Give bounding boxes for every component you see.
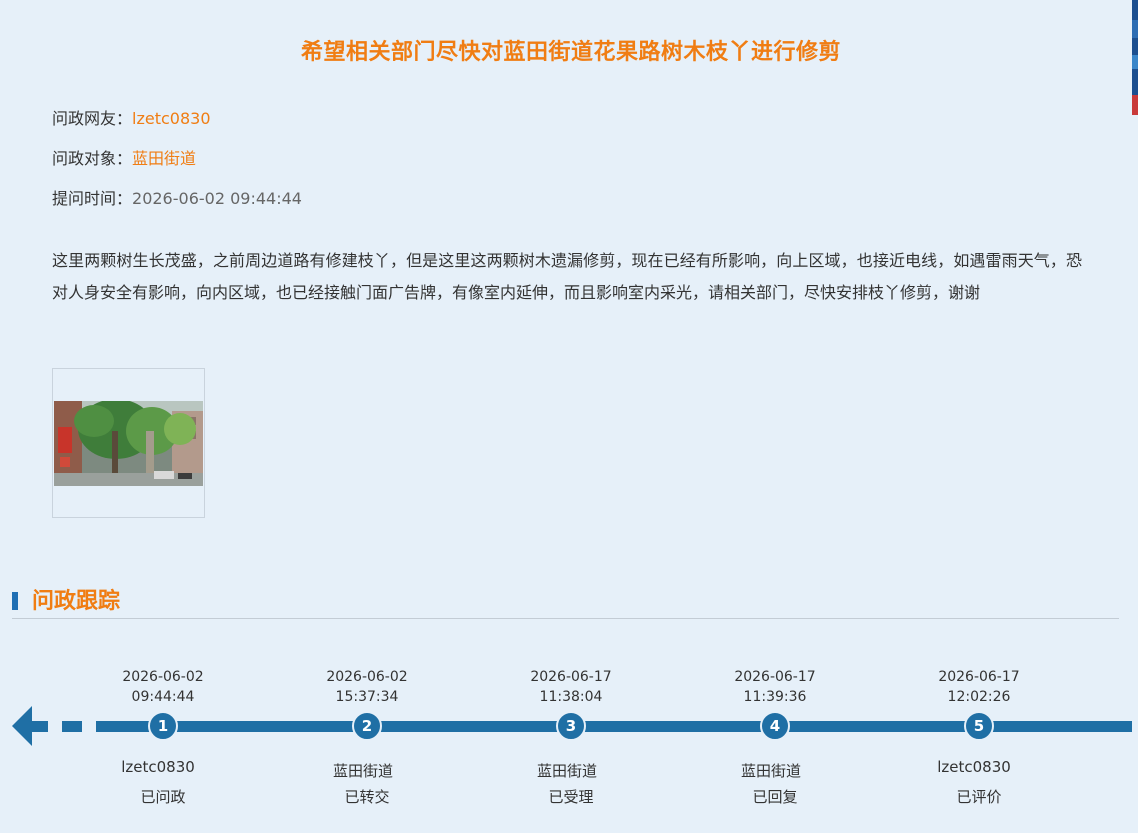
step-1-timestamp: 2026-06-02 09:44:44: [93, 667, 233, 707]
step-5-time: 12:02:26: [947, 689, 1011, 705]
step-4-date: 2026-06-17: [734, 669, 816, 685]
step-2-status: 已转交: [344, 788, 390, 806]
step-3-time: 11:38:04: [539, 689, 603, 705]
target-label: 问政对象：: [52, 149, 133, 168]
step-4-timestamp: 2026-06-17 11:39:36: [705, 667, 845, 707]
step-2-timestamp: 2026-06-02 15:37:34: [297, 667, 437, 707]
step-1-status: 已问政: [140, 788, 186, 806]
page-title: 希望相关部门尽快对蓝田街道花果路树木枝丫进行修剪: [300, 40, 841, 65]
side-banner-edge: [1132, 0, 1138, 115]
asker-link[interactable]: lzetc0830: [132, 109, 210, 128]
asker-row: 问政网友：lzetc0830: [52, 105, 211, 129]
step-1-time: 09:44:44: [131, 689, 195, 705]
page: 希望相关部门尽快对蓝田街道花果路树木枝丫进行修剪 问政网友：lzetc0830 …: [0, 0, 1132, 833]
time-row: 提问时间：2026-06-02 09:44:44: [52, 185, 302, 209]
step-4-marker: 4: [760, 711, 790, 741]
question-content: 这里两颗树生长茂盛，之前周边道路有修建枝丫，但是这里这两颗树木遗漏修剪，现在已经…: [52, 251, 1082, 302]
timeline-arrow-left-icon: [12, 705, 118, 747]
step-4-status: 已回复: [752, 788, 798, 806]
step-2-date: 2026-06-02: [326, 669, 408, 685]
asker-label: 问政网友：: [52, 109, 133, 128]
step-2-time: 15:37:34: [335, 689, 399, 705]
step-5-status: 已评价: [956, 788, 1002, 806]
tracking-section-title: 问政跟踪: [32, 589, 121, 614]
step-4-time: 11:39:36: [743, 689, 807, 705]
attachment-thumbnail[interactable]: [52, 368, 205, 518]
step-3-actor: 蓝田街道: [536, 762, 597, 780]
step-2-marker: 2: [352, 711, 382, 741]
step-5-actor: lzetc0830: [937, 758, 1011, 776]
section-marker: [12, 592, 18, 610]
step-1-marker: 1: [148, 711, 178, 741]
step-3-timestamp: 2026-06-17 11:38:04: [501, 667, 641, 707]
step-3-marker: 3: [556, 711, 586, 741]
step-5-timestamp: 2026-06-17 12:02:26: [909, 667, 1049, 707]
target-row: 问政对象：蓝田街道: [52, 145, 196, 169]
time-value: 2026-06-02 09:44:44: [132, 189, 302, 208]
step-4-actor: 蓝田街道: [740, 762, 801, 780]
step-5-date: 2026-06-17: [938, 669, 1020, 685]
step-3-status: 已受理: [548, 788, 594, 806]
step-1-actor: lzetc0830: [121, 758, 195, 776]
time-label: 提问时间：: [52, 189, 133, 208]
step-1-date: 2026-06-02: [122, 669, 204, 685]
attachment-photo: [54, 401, 203, 486]
step-3-date: 2026-06-17: [530, 669, 612, 685]
step-5-marker: 5: [964, 711, 994, 741]
tracking-section-header: 问政跟踪: [12, 582, 1119, 619]
target-link[interactable]: 蓝田街道: [132, 149, 196, 168]
step-2-actor: 蓝田街道: [332, 762, 393, 780]
